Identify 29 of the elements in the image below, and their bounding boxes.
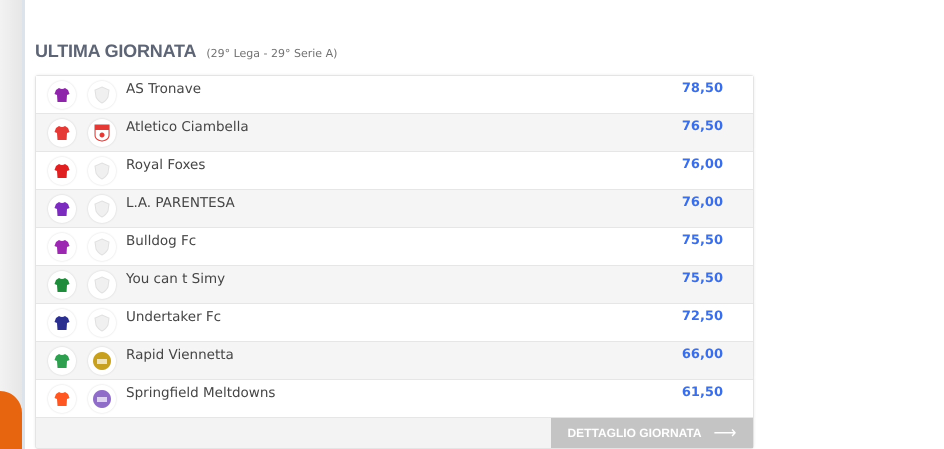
team-score: 76,00 — [682, 157, 723, 172]
shield-icon — [94, 162, 110, 180]
section-subtitle: (29° Lega - 29° Serie A) — [206, 47, 338, 60]
arrow-icon: ⟶ — [714, 423, 736, 443]
team-score: 61,50 — [682, 385, 723, 400]
team-score: 76,50 — [682, 119, 723, 134]
shield-icon — [94, 238, 110, 256]
shield-icon — [94, 86, 110, 104]
shield-icon — [94, 314, 110, 332]
team-name: Springfield Meltdowns — [126, 385, 276, 401]
section-title: ULTIMA GIORNATA — [35, 41, 196, 62]
team-score: 75,50 — [682, 271, 723, 286]
team-name: Undertaker Fc — [126, 309, 222, 325]
team-name: Atletico Ciambella — [126, 119, 250, 135]
team-name: You can t Simy — [126, 271, 226, 287]
team-score: 66,00 — [682, 347, 723, 362]
team-score: 78,50 — [682, 81, 723, 96]
shield-icon — [94, 276, 110, 294]
team-score: 72,50 — [682, 309, 723, 324]
team-name: Rapid Viennetta — [126, 347, 235, 363]
shield-icon — [94, 200, 110, 218]
details-button[interactable]: DETTAGLIO GIORNATA ⟶ — [551, 418, 753, 448]
team-name: Royal Foxes — [126, 157, 206, 173]
team-score: 75,50 — [682, 233, 723, 248]
team-name: L.A. PARENTESA — [126, 195, 236, 211]
team-name: Bulldog Fc — [126, 233, 198, 249]
team-score: 76,00 — [682, 195, 723, 210]
team-name: AS Tronave — [126, 81, 202, 97]
background-shape — [0, 391, 22, 449]
